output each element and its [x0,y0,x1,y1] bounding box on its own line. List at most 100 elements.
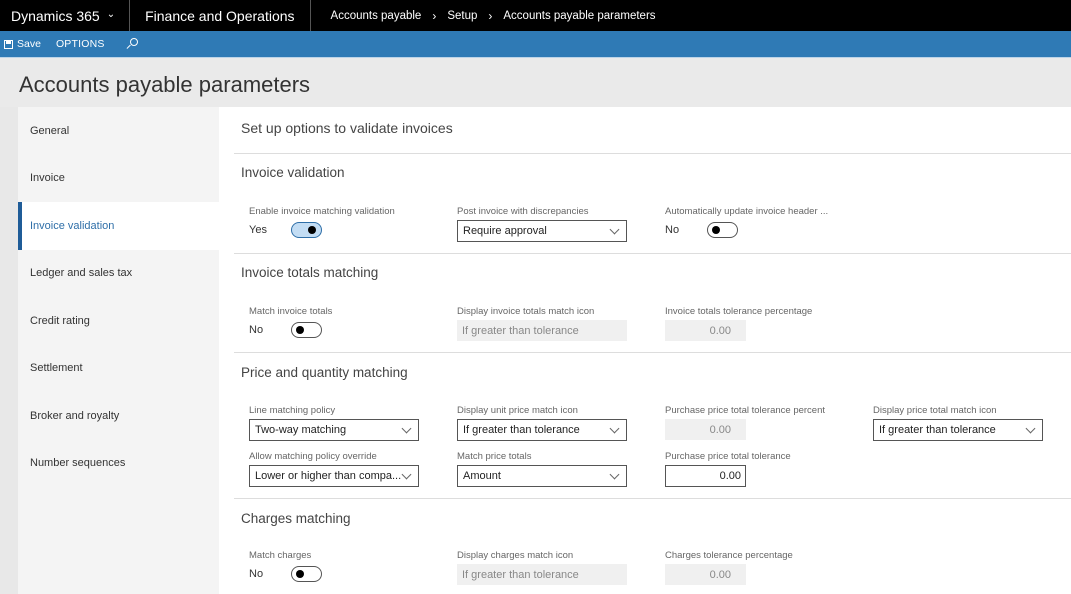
select-value: If greater than tolerance [879,424,996,436]
field-label: Purchase price total tolerance [665,451,791,462]
charges-tolerance-field: Charges tolerance percentage 0.00 [665,550,793,585]
totals-icon-select-disabled: If greater than tolerance [457,320,627,341]
divider [234,253,1071,254]
unit-price-icon-select[interactable]: If greater than tolerance [457,419,627,441]
chevron-right-icon: › [432,8,437,23]
field-label: Invoice totals tolerance percentage [665,306,813,317]
select-value: If greater than tolerance [463,424,580,436]
line-policy-select[interactable]: Two-way matching [249,419,419,441]
field-label: Post invoice with discrepancies [457,206,589,217]
auto-update-header-toggle[interactable] [707,222,738,238]
field-label: Charges tolerance percentage [665,550,793,561]
select-value: Amount [463,470,501,482]
price-total-pct-input-disabled: 0.00 [665,419,746,440]
save-icon [4,39,13,49]
totals-tolerance-field: Invoice totals tolerance percentage 0.00 [665,306,812,341]
brand-menu[interactable]: Dynamics 365 ⌄ [0,0,131,31]
charges-tolerance-input-disabled: 0.00 [665,564,746,585]
options-button[interactable]: OPTIONS [56,38,105,50]
field-label: Line matching policy [249,405,336,416]
action-pane: Save OPTIONS [0,31,1071,58]
policy-override-field: Allow matching policy override Lower or … [249,451,419,487]
breadcrumb: Accounts payable › Setup › Accounts paya… [311,9,656,23]
breadcrumb-item[interactable]: Setup [447,10,477,22]
toggle-value: No [665,224,680,236]
price-total-tolerance-input[interactable]: 0.00 [665,465,746,487]
app-name[interactable]: Finance and Operations [130,0,311,31]
auto-update-header-field: Automatically update invoice header ... … [665,206,828,240]
chevron-down-icon [1025,423,1036,433]
price-total-pct-field: Purchase price total tolerance percent 0… [665,405,825,440]
toggle-value: Yes [249,224,267,236]
enable-matching-field: Enable invoice matching validation Yes [249,206,395,240]
divider [234,352,1071,353]
post-discrepancies-select[interactable]: Require approval [457,220,627,242]
brand-label: Dynamics 365 [11,7,100,24]
chevron-down-icon [609,423,620,433]
totals-icon-field: Display invoice totals match icon If gre… [457,306,627,341]
nav-item-settlement[interactable]: Settlement [18,345,219,393]
toggle-value: No [249,324,264,336]
page-title: Accounts payable parameters [19,72,311,97]
select-value: Require approval [463,225,547,237]
save-label: Save [17,38,41,50]
charges-icon-field: Display charges match icon If greater th… [457,550,627,585]
section-title-invoice-totals[interactable]: Invoice totals matching [241,265,378,280]
field-label: Display charges match icon [457,550,574,561]
enable-matching-toggle[interactable] [291,222,322,238]
search-icon[interactable] [125,37,139,51]
section-title-charges[interactable]: Charges matching [241,511,351,526]
section-subtitle: Set up options to validate invoices [241,120,453,136]
line-policy-field: Line matching policy Two-way matching [249,405,419,441]
charges-icon-select-disabled: If greater than tolerance [457,564,627,585]
field-label: Match price totals [457,451,532,462]
price-total-icon-field: Display price total match icon If greate… [873,405,1043,441]
select-value: Lower or higher than compa... [255,470,402,482]
field-label: Allow matching policy override [249,451,377,462]
chevron-down-icon: ⌄ [106,9,116,20]
chevron-down-icon [609,469,620,479]
price-total-icon-select[interactable]: If greater than tolerance [873,419,1043,441]
section-title-price-quantity[interactable]: Price and quantity matching [241,365,408,380]
nav-item-general[interactable]: General [18,107,219,155]
select-value: Two-way matching [255,424,347,436]
chevron-down-icon [401,469,412,479]
nav-item-broker-royalty[interactable]: Broker and royalty [18,392,219,440]
nav-item-invoice[interactable]: Invoice [18,155,219,203]
field-label: Automatically update invoice header ... [665,206,829,217]
field-label: Enable invoice matching validation [249,206,395,217]
nav-item-credit-rating[interactable]: Credit rating [18,297,219,345]
chevron-down-icon [401,423,412,433]
post-discrepancies-field: Post invoice with discrepancies Require … [457,206,627,242]
divider [234,153,1071,154]
nav-item-invoice-validation[interactable]: Invoice validation [18,202,219,250]
chevron-right-icon: › [488,8,493,23]
field-label: Display price total match icon [873,405,997,416]
breadcrumb-item[interactable]: Accounts payable [331,10,422,22]
section-title-invoice-validation[interactable]: Invoice validation [241,165,345,180]
toggle-value: No [249,568,264,580]
field-label: Display unit price match icon [457,405,578,416]
match-price-totals-select[interactable]: Amount [457,465,627,487]
match-charges-field: Match charges No [249,550,322,584]
divider [234,498,1071,499]
top-nav-bar: Dynamics 365 ⌄ Finance and Operations Ac… [0,0,1071,31]
breadcrumb-item-current: Accounts payable parameters [503,9,656,22]
nav-item-number-sequences[interactable]: Number sequences [18,440,219,488]
main-content: Set up options to validate invoices Invo… [219,107,1071,594]
field-label: Match charges [249,550,312,561]
left-gutter [0,107,18,594]
totals-tolerance-input-disabled: 0.00 [665,320,746,341]
match-price-totals-field: Match price totals Amount [457,451,627,487]
field-label: Purchase price total tolerance percent [665,405,826,416]
match-charges-toggle[interactable] [291,566,322,582]
price-total-tolerance-field: Purchase price total tolerance 0.00 [665,451,791,487]
field-label: Match invoice totals [249,306,333,317]
match-totals-toggle[interactable] [291,322,322,338]
unit-price-icon-field: Display unit price match icon If greater… [457,405,627,441]
save-button[interactable]: Save [0,38,41,50]
policy-override-select[interactable]: Lower or higher than compa... [249,465,419,487]
chevron-down-icon [609,224,620,234]
nav-item-ledger-sales-tax[interactable]: Ledger and sales tax [18,250,219,298]
match-totals-field: Match invoice totals No [249,306,332,340]
